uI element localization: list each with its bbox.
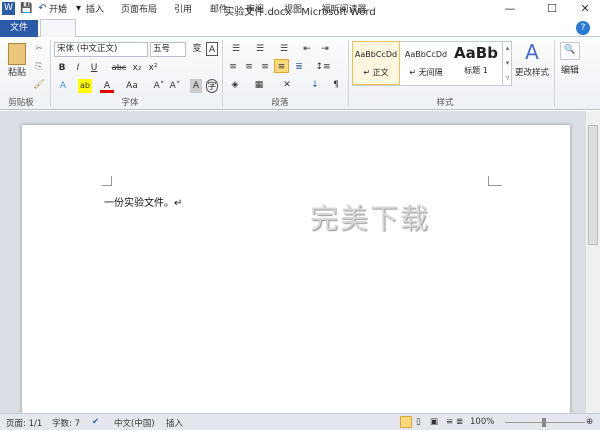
insert-mode[interactable]: 插入 <box>166 417 183 429</box>
margin-corner-right <box>488 176 502 186</box>
align-center-icon[interactable]: ≡ <box>242 60 256 74</box>
ribbon-tabs <box>0 18 600 37</box>
font-size-combo[interactable]: 五号 <box>150 42 186 57</box>
watermark: 完美下载 <box>310 202 431 235</box>
cut-icon[interactable]: ✂ <box>32 42 46 56</box>
status-bar: 页面: 1/1 字数: 7 ✔ 中文(中国) 插入 ▯ ▣ ≡ ≣ 100% ⊕ <box>0 413 600 430</box>
line-spacing-icon[interactable]: ↕≡ <box>314 60 332 74</box>
paste-button[interactable]: 粘贴 <box>4 66 30 80</box>
distributed-icon[interactable]: ≣ <box>292 60 306 74</box>
zoom-level[interactable]: 100% <box>470 417 494 427</box>
editing-button[interactable]: 编辑 <box>558 64 582 78</box>
strikethrough-button[interactable]: abc <box>110 61 128 75</box>
superscript-button[interactable]: x² <box>146 61 160 75</box>
language[interactable]: 中文(中国) <box>114 417 155 429</box>
style-name: ↵ 无间隔 <box>409 68 443 77</box>
multilevel-list-icon[interactable]: ☰ <box>274 42 294 56</box>
style-name: 标题 1 <box>464 66 488 75</box>
document-page[interactable]: 一份实验文件。↵ 完美下载 <box>22 125 570 415</box>
phonetic-guide-icon[interactable]: 变 <box>190 42 204 56</box>
style-name: ↵ 正文 <box>363 68 389 77</box>
show-marks-icon[interactable]: ¶ <box>330 78 342 92</box>
page-count[interactable]: 页面: 1/1 <box>6 417 42 429</box>
style-heading-1[interactable]: AaBb 标题 1 <box>452 41 500 85</box>
clipboard-group-label: 剪贴板 <box>8 98 34 108</box>
tab-references[interactable]: 引用 <box>168 2 198 19</box>
zoom-slider-thumb[interactable] <box>542 418 546 427</box>
tab-view[interactable]: 视图 <box>278 2 308 19</box>
font-color-icon[interactable]: A <box>100 79 114 93</box>
document-text[interactable]: 一份实验文件。↵ <box>104 194 182 209</box>
divider <box>50 40 51 107</box>
draft-icon[interactable]: ≣ <box>456 417 463 427</box>
tab-mailings[interactable]: 邮件 <box>204 2 234 19</box>
tab-foxit-reader[interactable]: 福昕阅读器 <box>316 2 372 19</box>
tab-page-layout[interactable]: 页面布局 <box>116 2 162 19</box>
paste-icon[interactable] <box>8 43 26 65</box>
style-preview: AaBbCcDd <box>354 50 398 59</box>
font-group-label: 字体 <box>121 98 139 108</box>
char-border-icon[interactable]: A <box>206 42 218 56</box>
close-button[interactable]: ✕ <box>570 1 600 17</box>
text-effects-icon[interactable]: A <box>56 79 70 93</box>
align-right-icon[interactable]: ≡ <box>258 60 272 74</box>
grow-font-button[interactable]: A˄ <box>152 79 166 93</box>
shrink-font-button[interactable]: A˅ <box>168 79 182 93</box>
active-tab-bg <box>40 19 76 38</box>
scrollbar-thumb[interactable] <box>588 125 598 245</box>
divider <box>348 40 349 107</box>
find-icon[interactable]: 🔍 <box>560 42 580 60</box>
format-painter-icon[interactable]: 🖌 <box>32 78 46 92</box>
subscript-button[interactable]: x₂ <box>130 61 144 75</box>
margin-corner-left <box>102 176 112 186</box>
style-no-spacing[interactable]: AaBbCcDd ↵ 无间隔 <box>402 41 450 85</box>
divider <box>554 40 555 107</box>
justify-icon[interactable]: ≡ <box>274 59 289 73</box>
minimize-button[interactable]: — <box>495 1 525 17</box>
style-preview: AaBbCcDd <box>404 50 448 59</box>
italic-button[interactable]: I <box>72 61 84 75</box>
enclose-char-icon[interactable]: 字 <box>206 79 218 93</box>
proofing-icon[interactable]: ✔ <box>92 417 99 427</box>
copy-icon[interactable]: ⎘ <box>32 60 46 74</box>
word-count[interactable]: 字数: 7 <box>52 417 80 429</box>
highlight-icon[interactable]: ab <box>78 79 92 93</box>
divider <box>222 40 223 107</box>
outline-icon[interactable]: ≡ <box>446 417 453 427</box>
print-layout-icon[interactable] <box>400 416 412 428</box>
maximize-button[interactable]: ☐ <box>537 1 567 17</box>
chinese-layout-icon[interactable]: ✕ <box>278 78 296 92</box>
change-case-button[interactable]: Aa <box>124 79 140 93</box>
change-styles-icon[interactable]: A <box>520 41 544 63</box>
align-left-icon[interactable]: ≡ <box>226 60 240 74</box>
zoom-in-icon[interactable]: ⊕ <box>586 417 593 427</box>
increase-indent-icon[interactable]: ⇥ <box>318 42 332 56</box>
bullets-icon[interactable]: ☰ <box>226 42 246 56</box>
vertical-scrollbar[interactable] <box>585 111 600 413</box>
web-layout-icon[interactable]: ▣ <box>430 417 438 427</box>
help-icon[interactable]: ? <box>576 21 590 35</box>
style-normal[interactable]: AaBbCcDd ↵ 正文 <box>352 41 400 85</box>
tab-home[interactable]: 开始 <box>42 2 74 19</box>
char-shading-icon[interactable]: A <box>190 79 202 93</box>
numbering-icon[interactable]: ☰ <box>250 42 270 56</box>
borders-icon[interactable]: ▦ <box>250 78 268 92</box>
bold-button[interactable]: B <box>56 61 68 75</box>
style-preview: AaBb <box>454 44 498 62</box>
shading-icon[interactable]: ◈ <box>226 78 244 92</box>
tab-review[interactable]: 审阅 <box>240 2 270 19</box>
styles-group-label: 样式 <box>436 98 454 108</box>
paragraph-group-label: 段落 <box>271 98 289 108</box>
tab-insert[interactable]: 插入 <box>80 2 110 19</box>
font-name-combo[interactable]: 宋体 (中文正文) <box>54 42 148 57</box>
decrease-indent-icon[interactable]: ⇤ <box>300 42 314 56</box>
styles-scroll[interactable]: ▴ ▾ ▿ <box>502 41 512 86</box>
underline-button[interactable]: U <box>88 61 100 75</box>
full-screen-icon[interactable]: ▯ <box>416 417 421 427</box>
sort-icon[interactable]: ↓ <box>308 78 322 92</box>
tab-file[interactable]: 文件 <box>0 20 38 37</box>
change-styles-button[interactable]: 更改样式 <box>512 66 552 80</box>
